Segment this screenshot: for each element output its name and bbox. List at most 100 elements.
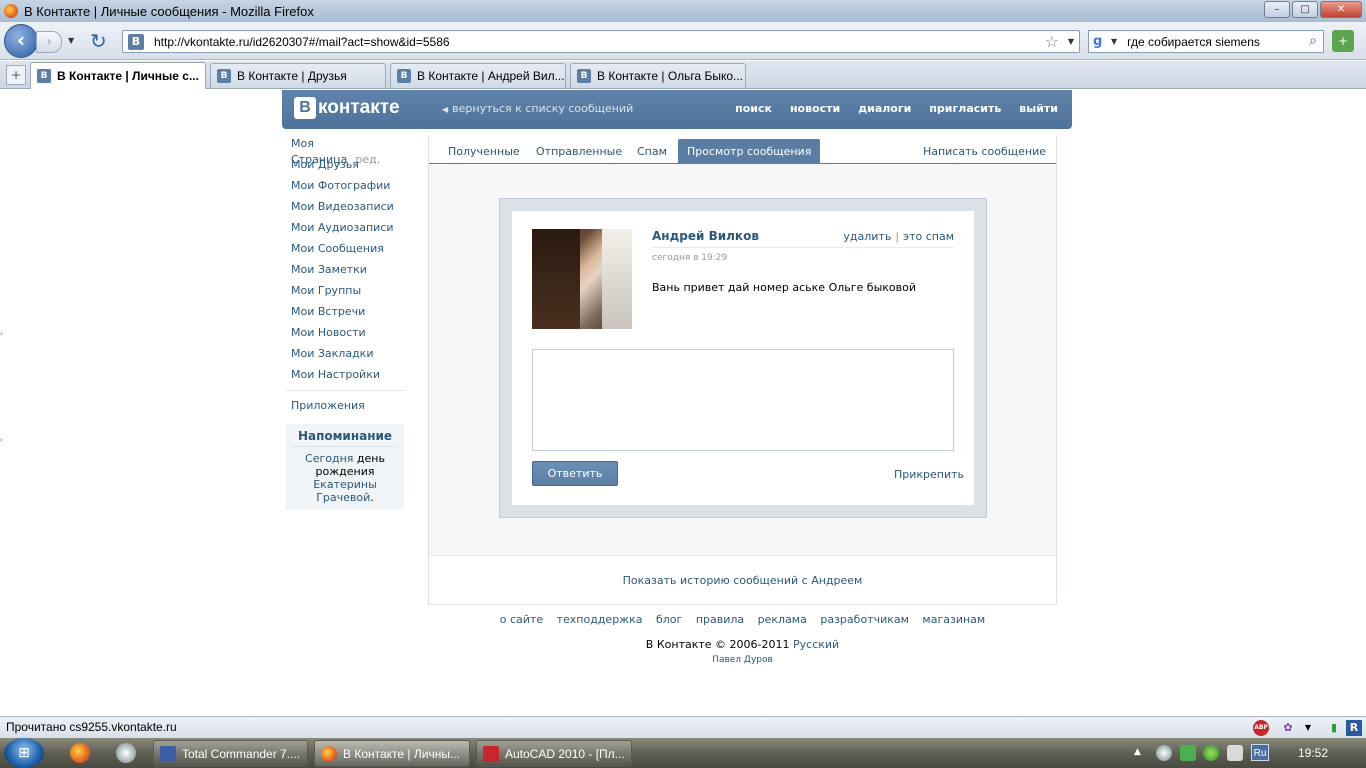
- nav-audio[interactable]: Мои Аудиозаписи: [286, 220, 406, 241]
- tab-friends[interactable]: В В Контакте | Друзья: [210, 63, 386, 88]
- tab-received[interactable]: Полученные: [439, 139, 529, 164]
- nav-videos[interactable]: Мои Видеозаписи: [286, 199, 406, 220]
- nav-apps[interactable]: Приложения: [286, 398, 406, 419]
- menu-search-link[interactable]: поиск: [735, 102, 772, 115]
- tab-spam[interactable]: Спам: [628, 139, 676, 164]
- tray-icq-icon[interactable]: [1203, 745, 1219, 761]
- footer-support-link[interactable]: техподдержка: [557, 613, 643, 626]
- tab-olga[interactable]: В В Контакте | Ольга Быко...: [570, 63, 746, 88]
- nav-events[interactable]: Мои Встречи: [286, 304, 406, 325]
- tray-network-icon[interactable]: [1227, 745, 1243, 761]
- google-icon[interactable]: g: [1093, 34, 1109, 50]
- tab-andrey[interactable]: В В Контакте | Андрей Вил...: [390, 63, 566, 88]
- taskbar-autocad[interactable]: AutoCAD 2010 - [Пл...: [476, 740, 632, 767]
- nav-news[interactable]: Мои Новости: [286, 325, 406, 346]
- tab-sent[interactable]: Отправленные: [527, 139, 631, 164]
- language-link[interactable]: Русский: [793, 638, 839, 651]
- taskbar-total-commander[interactable]: Total Commander 7....: [153, 740, 308, 767]
- taskbar-item-label: AutoCAD 2010 - [Пл...: [505, 746, 625, 761]
- reminder-box: Напоминание Сегодня день рождения Екатер…: [286, 424, 404, 510]
- footer-about-link[interactable]: о сайте: [500, 613, 543, 626]
- taskbar-item-label: Total Commander 7....: [182, 746, 301, 761]
- minimize-button[interactable]: –: [1264, 1, 1290, 18]
- tab-view-message[interactable]: Просмотр сообщения: [678, 139, 821, 164]
- start-button[interactable]: ⊞: [4, 738, 44, 768]
- message-card: Андрей Вилков удалить | это спам сегодня в…: [512, 211, 974, 505]
- nav-groups[interactable]: Мои Группы: [286, 283, 406, 304]
- nav-notes[interactable]: Мои Заметки: [286, 262, 406, 283]
- history-dropdown-icon[interactable]: ▼: [68, 36, 74, 45]
- footer-blog-link[interactable]: блог: [656, 613, 682, 626]
- reload-icon[interactable]: ↻: [90, 29, 107, 53]
- reminder-today-link[interactable]: Сегодня: [305, 452, 353, 465]
- footer-developers-link[interactable]: разработчикам: [820, 613, 909, 626]
- message-time: сегодня в 19:29: [652, 253, 728, 263]
- maximize-button[interactable]: □: [1292, 1, 1318, 18]
- reply-button[interactable]: Ответить: [532, 461, 618, 486]
- compass-quicklaunch-icon[interactable]: [116, 743, 136, 763]
- sender-avatar[interactable]: [532, 229, 632, 329]
- total-commander-icon: [160, 745, 176, 762]
- url-text[interactable]: http://vkontakte.ru/id2620307#/mail?act=…: [154, 35, 450, 49]
- vk-header: В контакте ◀ вернуться к списку сообщений…: [282, 90, 1072, 129]
- footer-ads-link[interactable]: реклама: [758, 613, 807, 626]
- menu-news-link[interactable]: новости: [790, 102, 840, 115]
- edit-link[interactable]: ред.: [355, 153, 380, 166]
- search-engine-dropdown-icon[interactable]: ▼: [1111, 37, 1117, 46]
- nav-divider: [286, 390, 406, 391]
- nav-my-page[interactable]: Моя Страница ред.: [286, 136, 406, 166]
- firefox-quicklaunch-icon[interactable]: [70, 743, 90, 763]
- tab-list-icon[interactable]: +: [6, 65, 26, 85]
- delete-link[interactable]: удалить: [843, 230, 891, 243]
- sender-name[interactable]: Андрей Вилков: [652, 229, 759, 243]
- vk-top-menu: поиск новости диалоги пригласить выйти: [735, 102, 1058, 115]
- r-addon-icon[interactable]: R: [1346, 720, 1362, 736]
- search-input[interactable]: где собирается siemens: [1127, 35, 1260, 49]
- addon-status-icon[interactable]: ✿: [1280, 720, 1296, 736]
- nav-photos[interactable]: Мои Фотографии: [286, 178, 406, 199]
- reminder-person-link[interactable]: Екатерины Грачевой: [313, 478, 377, 504]
- menu-logout-link[interactable]: выйти: [1019, 102, 1058, 115]
- search-bar[interactable]: g ▼ где собирается siemens ⌕: [1088, 30, 1324, 53]
- back-button[interactable]: ‹: [4, 24, 38, 58]
- forward-button[interactable]: ›: [36, 31, 62, 53]
- tray-expand-icon[interactable]: ▲: [1134, 747, 1141, 757]
- nav-friends[interactable]: Мои Друзья: [286, 157, 406, 178]
- edge-marker-icon: ›: [0, 436, 3, 444]
- nav-messages[interactable]: Мои Сообщения: [286, 241, 406, 262]
- write-message-link[interactable]: Написать сообщение: [923, 139, 1046, 164]
- spam-link[interactable]: это спам: [903, 230, 954, 243]
- search-icon[interactable]: ⌕: [1309, 33, 1317, 49]
- tab-messages[interactable]: В В Контакте | Личные с...: [30, 62, 206, 89]
- attach-link[interactable]: Прикрепить: [894, 468, 964, 481]
- flag-icon[interactable]: ▮: [1326, 720, 1342, 736]
- nav-settings[interactable]: Мои Настройки: [286, 367, 406, 388]
- taskbar-firefox[interactable]: В Контакте | Личны...: [314, 740, 470, 767]
- taskbar-clock[interactable]: 19:52: [1298, 746, 1328, 760]
- adblock-icon[interactable]: ABP: [1253, 720, 1269, 736]
- bookmark-star-icon[interactable]: ☆: [1045, 32, 1059, 51]
- tray-compass-icon[interactable]: [1156, 745, 1172, 761]
- reply-textarea[interactable]: [532, 349, 954, 451]
- keyboard-language-indicator[interactable]: Ru: [1251, 744, 1269, 761]
- footer-rules-link[interactable]: правила: [696, 613, 744, 626]
- addon-icon[interactable]: +: [1332, 30, 1354, 52]
- author-link[interactable]: Павел Дуров: [428, 655, 1057, 665]
- footer-shops-link[interactable]: магазинам: [922, 613, 985, 626]
- nav-bookmarks[interactable]: Мои Закладки: [286, 346, 406, 367]
- back-to-messages-link[interactable]: ◀ вернуться к списку сообщений: [442, 102, 633, 115]
- mail-content: Полученные Отправленные Спам Просмотр со…: [428, 135, 1057, 605]
- address-bar[interactable]: В http://vkontakte.ru/id2620307#/mail?ac…: [122, 30, 1080, 53]
- addon-dropdown-icon[interactable]: ▼: [1300, 720, 1316, 736]
- windows-taskbar: ⊞ Total Commander 7.... В Контакте | Лич…: [0, 738, 1366, 768]
- menu-dialogs-link[interactable]: диалоги: [858, 102, 911, 115]
- window-title: В Контакте | Личные сообщения - Mozilla …: [24, 3, 314, 19]
- message-text: Вань привет дай номер аське Ольге быково…: [652, 281, 916, 294]
- vk-logo[interactable]: В контакте: [294, 97, 400, 119]
- site-favicon-icon: В: [128, 33, 144, 50]
- url-dropdown-icon[interactable]: ▼: [1068, 37, 1074, 46]
- tray-shield-icon[interactable]: [1180, 745, 1196, 761]
- close-button[interactable]: ✕: [1320, 1, 1362, 18]
- history-link[interactable]: Показать историю сообщений с Андреем: [429, 555, 1056, 605]
- menu-invite-link[interactable]: пригласить: [929, 102, 1001, 115]
